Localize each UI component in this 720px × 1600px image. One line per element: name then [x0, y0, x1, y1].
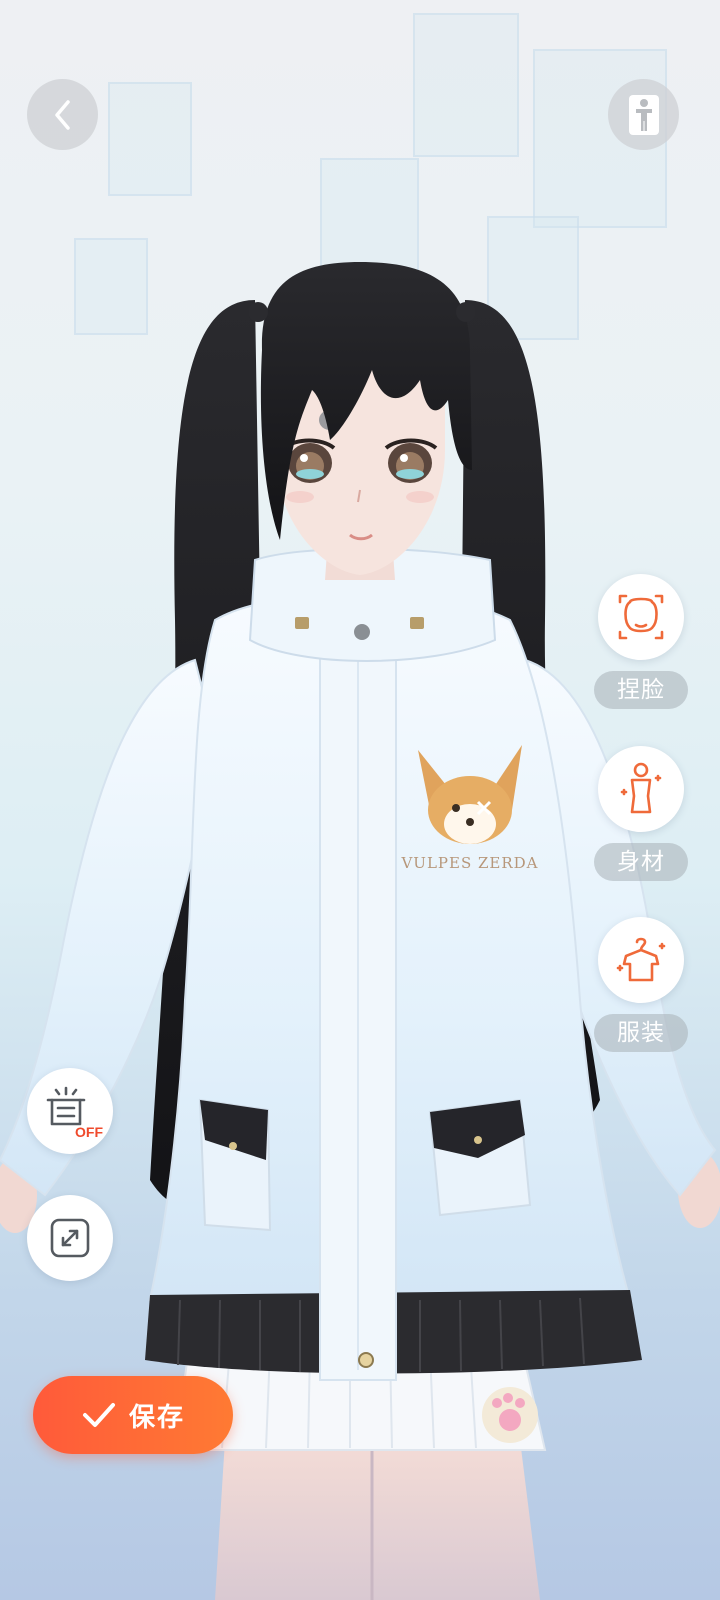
- chevron-left-icon: [54, 99, 70, 130]
- face-edit-label[interactable]: 捏脸: [594, 671, 688, 709]
- body-pose-icon: [628, 94, 659, 135]
- pose-button[interactable]: [608, 79, 679, 150]
- clothing-edit-label[interactable]: 服装: [594, 1014, 688, 1052]
- body-edit-label[interactable]: 身材: [594, 843, 688, 881]
- fullscreen-button[interactable]: [27, 1195, 113, 1281]
- background-square: [413, 13, 519, 157]
- body-shape-icon: [620, 762, 662, 814]
- checkmark-icon: [82, 1403, 115, 1427]
- display-stand-state: OFF: [75, 1124, 103, 1140]
- display-stand-toggle[interactable]: OFF: [27, 1068, 113, 1154]
- clothing-edit-button[interactable]: [598, 917, 684, 1003]
- back-button[interactable]: [27, 79, 98, 150]
- fox-logo-text: VULPES ZERDA: [400, 854, 538, 872]
- face-shape-icon: [618, 594, 664, 640]
- save-button-label: 保存: [128, 1402, 185, 1433]
- expand-icon: [50, 1218, 90, 1258]
- save-button[interactable]: 保存: [33, 1376, 233, 1454]
- face-edit-button[interactable]: [598, 574, 684, 660]
- avatar-legs: [215, 1440, 540, 1600]
- clothing-hanger-icon: [616, 937, 666, 982]
- avatar-editor-screen: VULPES ZERDA 捏脸 身材 服装 OFF 保存: [0, 0, 720, 1600]
- background-square: [108, 82, 192, 196]
- body-edit-button[interactable]: [598, 746, 684, 832]
